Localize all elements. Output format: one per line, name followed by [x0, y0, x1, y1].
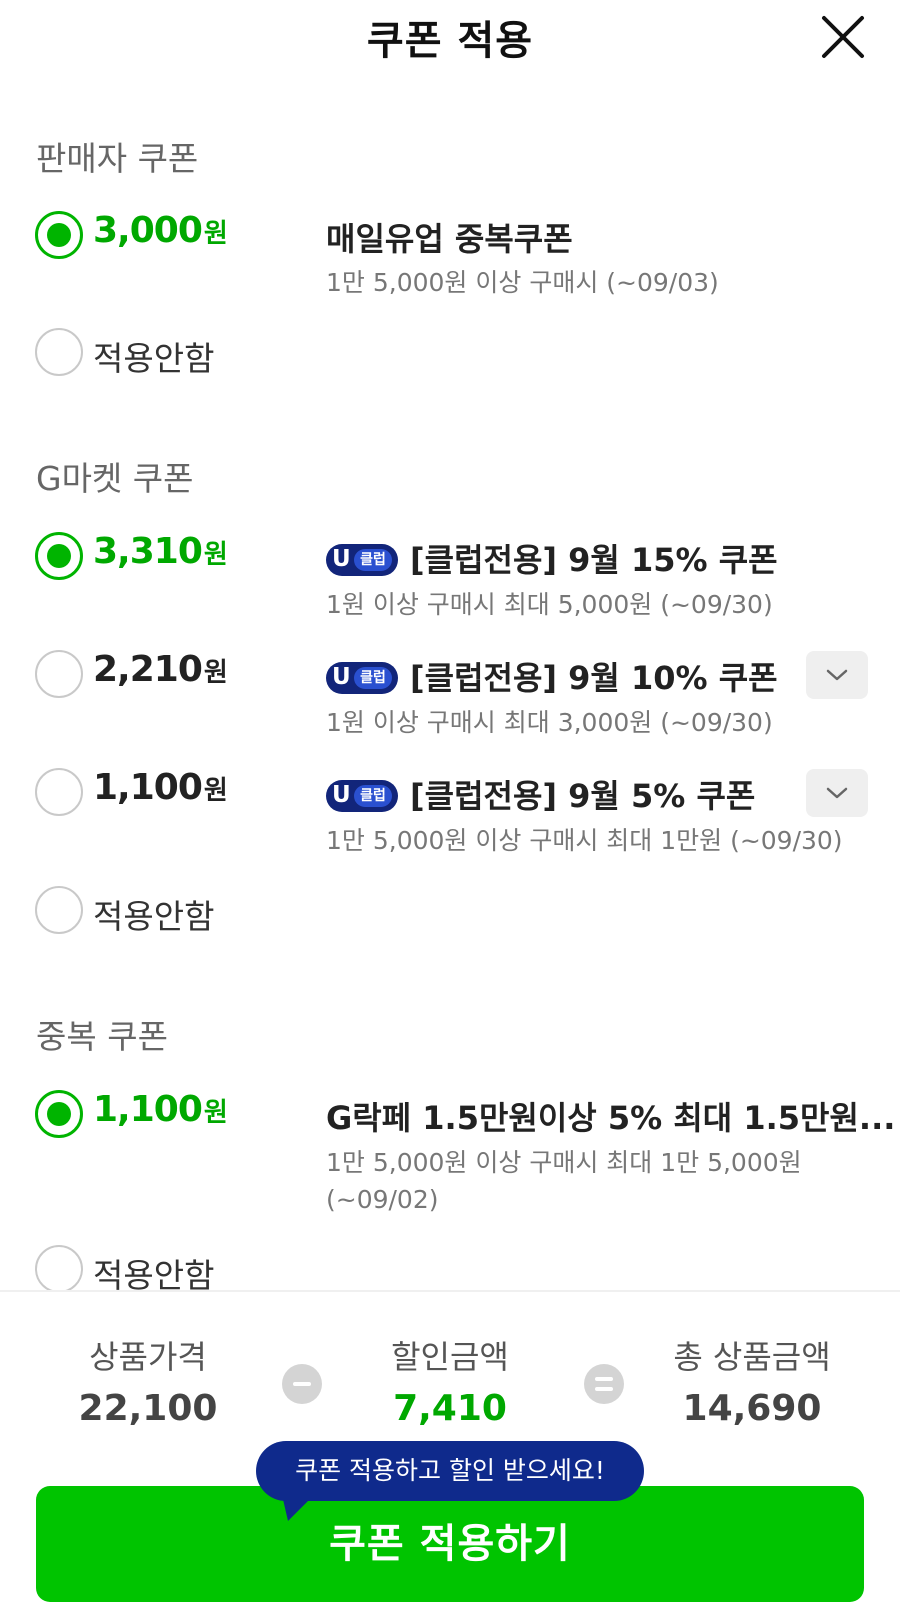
chevron-down-icon: [826, 787, 848, 799]
coupon-name: U 클럽 [클럽전용] 9월 15% 쿠폰: [326, 535, 778, 581]
radio-gmarket-coupon-2[interactable]: [35, 650, 83, 698]
page-title: 쿠폰 적용: [366, 18, 534, 64]
section-title-duplicate: 중복 쿠폰: [36, 1017, 168, 1056]
section-title-seller: 판매자 쿠폰: [36, 139, 199, 178]
coupon-name: 매일유업 중복쿠폰: [326, 220, 573, 258]
close-button[interactable]: [818, 12, 868, 62]
expand-button[interactable]: [806, 769, 868, 817]
uclub-badge: U 클럽: [326, 543, 398, 576]
none-label: 적용안함: [93, 339, 215, 378]
equals-icon: [584, 1364, 624, 1404]
chevron-down-icon: [826, 669, 848, 681]
radio-seller-coupon-1[interactable]: [35, 211, 83, 259]
promo-tooltip: 쿠폰 적용하고 할인 받으세요!: [256, 1441, 644, 1501]
radio-seller-none[interactable]: [35, 328, 83, 376]
section-title-gmarket: G마켓 쿠폰: [36, 459, 194, 498]
radio-gmarket-none[interactable]: [35, 886, 83, 934]
total-value: 14,690: [682, 1388, 822, 1429]
coupon-amount: 3,000원: [93, 210, 228, 251]
coupon-condition: 1만 5,000원 이상 구매시 최대 1만원 (~09/30): [326, 826, 843, 855]
coupon-amount: 2,210원: [93, 649, 228, 690]
uclub-badge: U 클럽: [326, 779, 398, 812]
coupon-name: U 클럽 [클럽전용] 9월 5% 쿠폰: [326, 771, 755, 817]
price-label: 상품가격: [89, 1338, 207, 1376]
radio-gmarket-coupon-1[interactable]: [35, 532, 83, 580]
modal-header: 쿠폰 적용: [0, 0, 900, 80]
close-icon[interactable]: [818, 12, 868, 62]
coupon-amount: 3,310원: [93, 531, 228, 572]
coupon-name: U 클럽 [클럽전용] 9월 10% 쿠폰: [326, 653, 778, 699]
total-label: 총 상품금액: [673, 1338, 831, 1376]
discount-value: 7,410: [393, 1388, 507, 1429]
coupon-condition: 1원 이상 구매시 최대 3,000원 (~09/30): [326, 708, 773, 737]
none-label: 적용안함: [93, 897, 215, 936]
coupon-name: G락페 1.5만원이상 5% 최대 1.5만원...: [326, 1099, 896, 1137]
radio-duplicate-none[interactable]: [35, 1245, 83, 1293]
coupon-amount: 1,100원: [93, 1089, 228, 1130]
radio-gmarket-coupon-3[interactable]: [35, 768, 83, 816]
coupon-condition: 1만 5,000원 이상 구매시 (~09/03): [326, 268, 719, 297]
coupon-condition: 1만 5,000원 이상 구매시 최대 1만 5,000원: [326, 1148, 802, 1177]
discount-label: 할인금액: [391, 1338, 509, 1376]
radio-duplicate-coupon-1[interactable]: [35, 1090, 83, 1138]
price-value: 22,100: [78, 1388, 218, 1429]
coupon-condition: 1원 이상 구매시 최대 5,000원 (~09/30): [326, 590, 773, 619]
uclub-badge: U 클럽: [326, 661, 398, 694]
minus-icon: [282, 1364, 322, 1404]
coupon-amount: 1,100원: [93, 767, 228, 808]
expand-button[interactable]: [806, 651, 868, 699]
apply-coupon-button[interactable]: 쿠폰 적용하기: [36, 1486, 864, 1602]
coupon-condition: (~09/02): [326, 1185, 439, 1214]
